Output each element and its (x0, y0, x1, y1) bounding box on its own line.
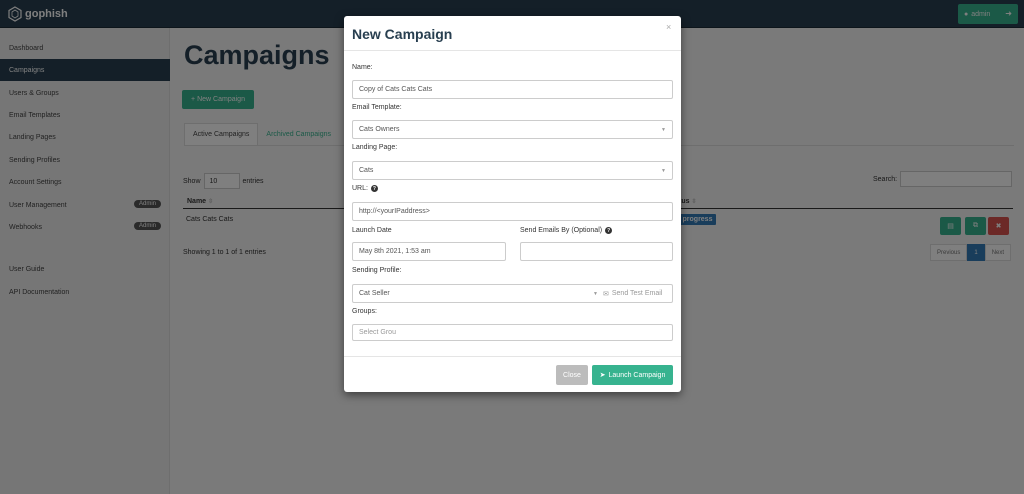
url-label: URL: (352, 185, 368, 192)
launch-campaign-label: Launch Campaign (608, 371, 666, 379)
send-by-field[interactable] (520, 242, 673, 261)
rocket-icon: ➤ (599, 372, 606, 379)
email-template-label: Email Template: (352, 104, 402, 111)
send-by-label: Send Emails By (Optional) (520, 227, 603, 234)
landing-page-select[interactable]: Cats ▼ (352, 161, 673, 180)
landing-page-value: Cats (359, 167, 374, 174)
modal-footer-divider (344, 356, 681, 357)
landing-page-label: Landing Page: (352, 144, 398, 151)
close-icon[interactable]: × (666, 22, 671, 32)
url-label-wrap: URL: ? (352, 185, 378, 192)
caret-down-icon: ▼ (593, 291, 598, 297)
question-icon[interactable]: ? (605, 227, 613, 234)
name-label: Name: (352, 64, 373, 71)
launch-date-field[interactable]: May 8th 2021, 1:53 am (352, 242, 506, 261)
launch-campaign-button[interactable]: ➤ Launch Campaign (592, 365, 673, 385)
groups-label: Groups: (352, 308, 377, 315)
email-template-select[interactable]: Cats Owners ▼ (352, 120, 673, 139)
groups-input[interactable]: Select Grou (352, 324, 673, 341)
question-icon[interactable]: ? (370, 185, 378, 192)
send-by-label-wrap: Send Emails By (Optional) ? (520, 227, 613, 234)
sending-profile-value: Cat Seller (359, 290, 390, 297)
url-field[interactable]: http://<yourIPaddress> (352, 202, 673, 221)
caret-down-icon: ▼ (661, 127, 666, 133)
send-test-email-button[interactable]: ✉ Send Test Email (603, 284, 662, 303)
send-test-email-label: Send Test Email (611, 290, 663, 297)
email-template-value: Cats Owners (359, 126, 400, 133)
modal-title: New Campaign (352, 26, 453, 42)
sending-profile-label: Sending Profile: (352, 267, 402, 274)
launch-date-label: Launch Date (352, 227, 392, 234)
modal-header-divider (344, 50, 681, 51)
caret-down-icon: ▼ (661, 168, 666, 174)
close-button[interactable]: Close (556, 365, 588, 385)
name-field[interactable]: Copy of Cats Cats Cats (352, 80, 673, 99)
envelope-icon: ✉ (603, 290, 609, 298)
